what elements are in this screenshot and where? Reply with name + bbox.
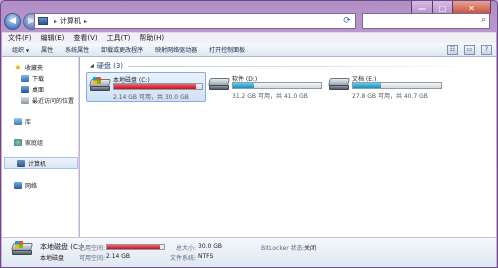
nav-label: 桌面 xyxy=(32,86,45,94)
menu-bar: 文件(F) 编辑(E) 查看(V) 工具(T) 帮助(H) xyxy=(2,32,496,43)
nav-label: 家庭组 xyxy=(25,139,44,147)
search-input[interactable]: ⌕ xyxy=(362,13,490,29)
folder-icon xyxy=(21,74,29,82)
address-bar[interactable]: ▸ 计算机 ▸ ⟳ xyxy=(34,13,356,29)
group-header-hard-disks[interactable]: ◢ 硬盘 (3) xyxy=(90,61,123,71)
network-icon xyxy=(14,181,22,189)
preview-pane-icon[interactable]: ▭ xyxy=(464,45,475,55)
nav-label: 最近访问的位置 xyxy=(32,97,75,105)
organize-button[interactable]: 组织 ▼ xyxy=(12,45,29,54)
system-drive-icon xyxy=(10,241,34,257)
menu-edit[interactable]: 编辑(E) xyxy=(41,33,65,43)
recent-icon xyxy=(21,96,29,104)
drive-free-space: 31.2 GB 可用，共 41.0 GB xyxy=(232,93,308,100)
drive-c[interactable]: 本地磁盘 (C:) 2.14 GB 可用，共 30.0 GB xyxy=(86,72,206,102)
nav-label: 计算机 xyxy=(28,160,47,168)
drive-usage-bar xyxy=(113,83,203,90)
view-options-icon[interactable]: ☷ xyxy=(447,45,458,55)
uninstall-program-button[interactable]: 卸载或更改程序 xyxy=(101,45,143,54)
system-properties-button[interactable]: 系统属性 xyxy=(65,45,89,54)
details-drive-type: 本地磁盘 xyxy=(40,255,65,262)
star-icon: ★ xyxy=(14,62,22,72)
nav-homegroup[interactable]: 家庭组 xyxy=(2,136,79,148)
menu-tools[interactable]: 工具(T) xyxy=(107,33,131,43)
desktop-icon xyxy=(21,85,29,93)
nav-recent-places[interactable]: 最近访问的位置 xyxy=(2,94,79,106)
drive-usage-bar xyxy=(352,82,442,89)
drive-icon xyxy=(207,78,231,92)
navigation-row: ◀ ▶ ▸ 计算机 ▸ ⟳ ⌕ xyxy=(4,10,494,32)
nav-label: 网络 xyxy=(25,182,38,190)
drive-usage-fill xyxy=(114,84,196,89)
command-bar: 组织 ▼ 属性 系统属性 卸载或更改程序 映射网络驱动器 打开控制面板 ☷ ▭ ? xyxy=(2,43,496,57)
nav-computer[interactable]: 计算机 xyxy=(4,157,78,169)
drive-free-space: 2.14 GB 可用，共 30.0 GB xyxy=(113,94,189,101)
menu-help[interactable]: 帮助(H) xyxy=(139,33,164,43)
details-bitlocker-value: 关闭 xyxy=(304,245,317,252)
details-free-value: 2.14 GB xyxy=(106,253,131,260)
nav-label: 下载 xyxy=(32,75,45,83)
details-total-value: 30.0 GB xyxy=(198,243,223,250)
details-usage-bar xyxy=(106,244,165,250)
explorer-window: — □ ✕ ◀ ▶ ▸ 计算机 ▸ ⟳ ⌕ 文件(F) 编辑(E) 查看(V) … xyxy=(0,0,498,268)
drive-d[interactable]: 软件 (D:) 31.2 GB 可用，共 41.0 GB xyxy=(206,72,326,102)
breadcrumb-computer[interactable]: 计算机 xyxy=(60,16,81,26)
view-controls: ☷ ▭ ? xyxy=(441,45,492,55)
properties-button[interactable]: 属性 xyxy=(41,45,53,54)
homegroup-icon xyxy=(14,138,22,146)
details-used-label: 已用空间: xyxy=(79,245,106,252)
details-usage-fill xyxy=(107,245,160,249)
drive-usage-bar xyxy=(232,82,322,89)
chevron-down-icon: ▼ xyxy=(26,48,30,53)
navigation-pane: ★ 收藏夹 下载 桌面 最近访问的位置 库 家庭组 计算机 网络 xyxy=(2,57,79,237)
open-control-panel-button[interactable]: 打开控制面板 xyxy=(209,45,245,54)
nav-network[interactable]: 网络 xyxy=(2,179,79,191)
menu-view[interactable]: 查看(V) xyxy=(73,33,97,43)
group-title: 硬盘 (3) xyxy=(96,62,123,70)
details-drive-name: 本地磁盘 (C:) xyxy=(40,243,83,251)
details-filesystem-value: NTFS xyxy=(198,253,214,260)
details-bitlocker-label: BitLocker 状态: xyxy=(261,245,305,252)
menu-file[interactable]: 文件(F) xyxy=(8,33,32,43)
map-network-drive-button[interactable]: 映射网络驱动器 xyxy=(155,45,197,54)
computer-icon xyxy=(38,17,48,25)
library-icon xyxy=(14,117,22,125)
breadcrumb-separator[interactable]: ▸ xyxy=(54,18,57,25)
nav-label: 收藏夹 xyxy=(25,64,44,72)
nav-label: 库 xyxy=(25,118,32,126)
organize-label: 组织 xyxy=(12,47,25,54)
collapse-triangle-icon: ◢ xyxy=(90,63,94,69)
search-icon[interactable]: ⌕ xyxy=(481,15,486,25)
system-drive-icon xyxy=(88,77,112,93)
details-pane: 本地磁盘 (C:) 本地磁盘 已用空间: 可用空间: 2.14 GB 总大小: … xyxy=(2,237,496,267)
refresh-icon[interactable]: ⟳ xyxy=(341,15,353,27)
content-pane: ◢ 硬盘 (3) 本地磁盘 (C:) 2.14 GB 可用，共 30.0 GB … xyxy=(80,57,496,237)
nav-libraries[interactable]: 库 xyxy=(2,115,79,127)
computer-icon xyxy=(17,159,25,167)
back-arrow-icon: ◀ xyxy=(9,16,16,26)
help-icon[interactable]: ? xyxy=(481,45,492,55)
details-free-label: 可用空间: xyxy=(79,255,106,262)
group-divider xyxy=(128,66,488,67)
back-button[interactable]: ◀ xyxy=(4,12,21,30)
details-total-label: 总大小: xyxy=(176,245,197,252)
drive-usage-fill xyxy=(353,83,382,88)
drive-e[interactable]: 文档 (E:) 27.8 GB 可用，共 40.7 GB xyxy=(326,72,446,102)
drive-usage-fill xyxy=(233,83,255,88)
breadcrumb-separator[interactable]: ▸ xyxy=(84,18,87,25)
details-filesystem-label: 文件系统: xyxy=(170,255,197,262)
drive-free-space: 27.8 GB 可用，共 40.7 GB xyxy=(352,93,428,100)
drive-icon xyxy=(327,78,351,92)
